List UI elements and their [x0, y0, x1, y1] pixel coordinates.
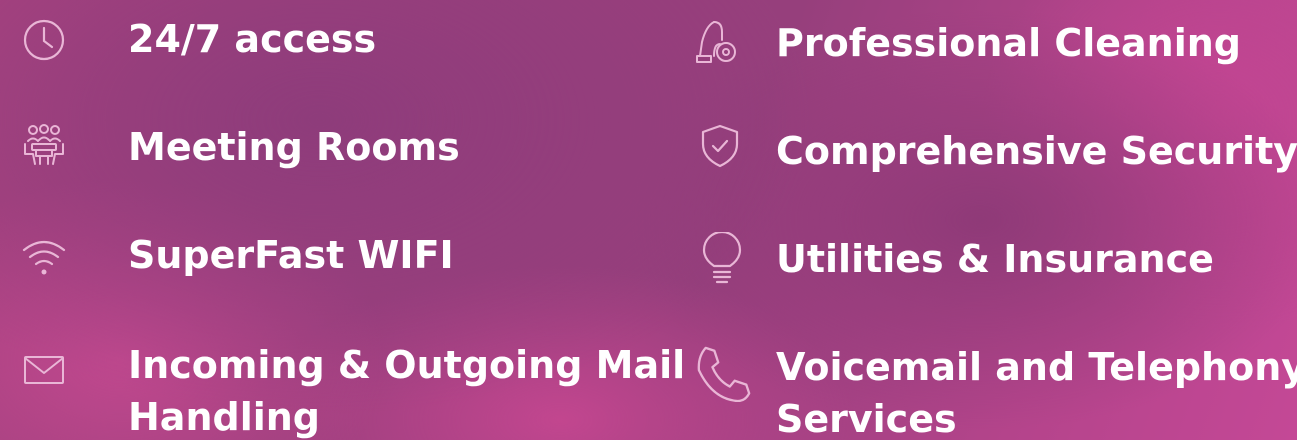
mail-icon: [22, 348, 66, 392]
shield-check-icon: [698, 124, 742, 168]
wifi-icon: [22, 234, 66, 278]
feature-label-line1: Voicemail and Telephony: [776, 345, 1297, 389]
feature-label: Comprehensive Security: [776, 129, 1297, 173]
feature-label: 24/7 access: [128, 17, 377, 61]
feature-label: SuperFast WIFI: [128, 233, 454, 277]
lightbulb-icon: [700, 232, 744, 284]
meeting-room-icon: [22, 124, 66, 168]
feature-label: Meeting Rooms: [128, 125, 460, 169]
feature-label-line1: Incoming & Outgoing Mail: [128, 343, 686, 387]
feature-label: Utilities & Insurance: [776, 237, 1214, 281]
vacuum-cleaner-icon: [694, 20, 738, 64]
phone-icon: [696, 344, 751, 402]
clock-icon: [22, 18, 66, 62]
feature-label-line2: Handling: [128, 395, 321, 439]
feature-label-line2: Services: [776, 397, 957, 440]
feature-label: Professional Cleaning: [776, 21, 1241, 65]
